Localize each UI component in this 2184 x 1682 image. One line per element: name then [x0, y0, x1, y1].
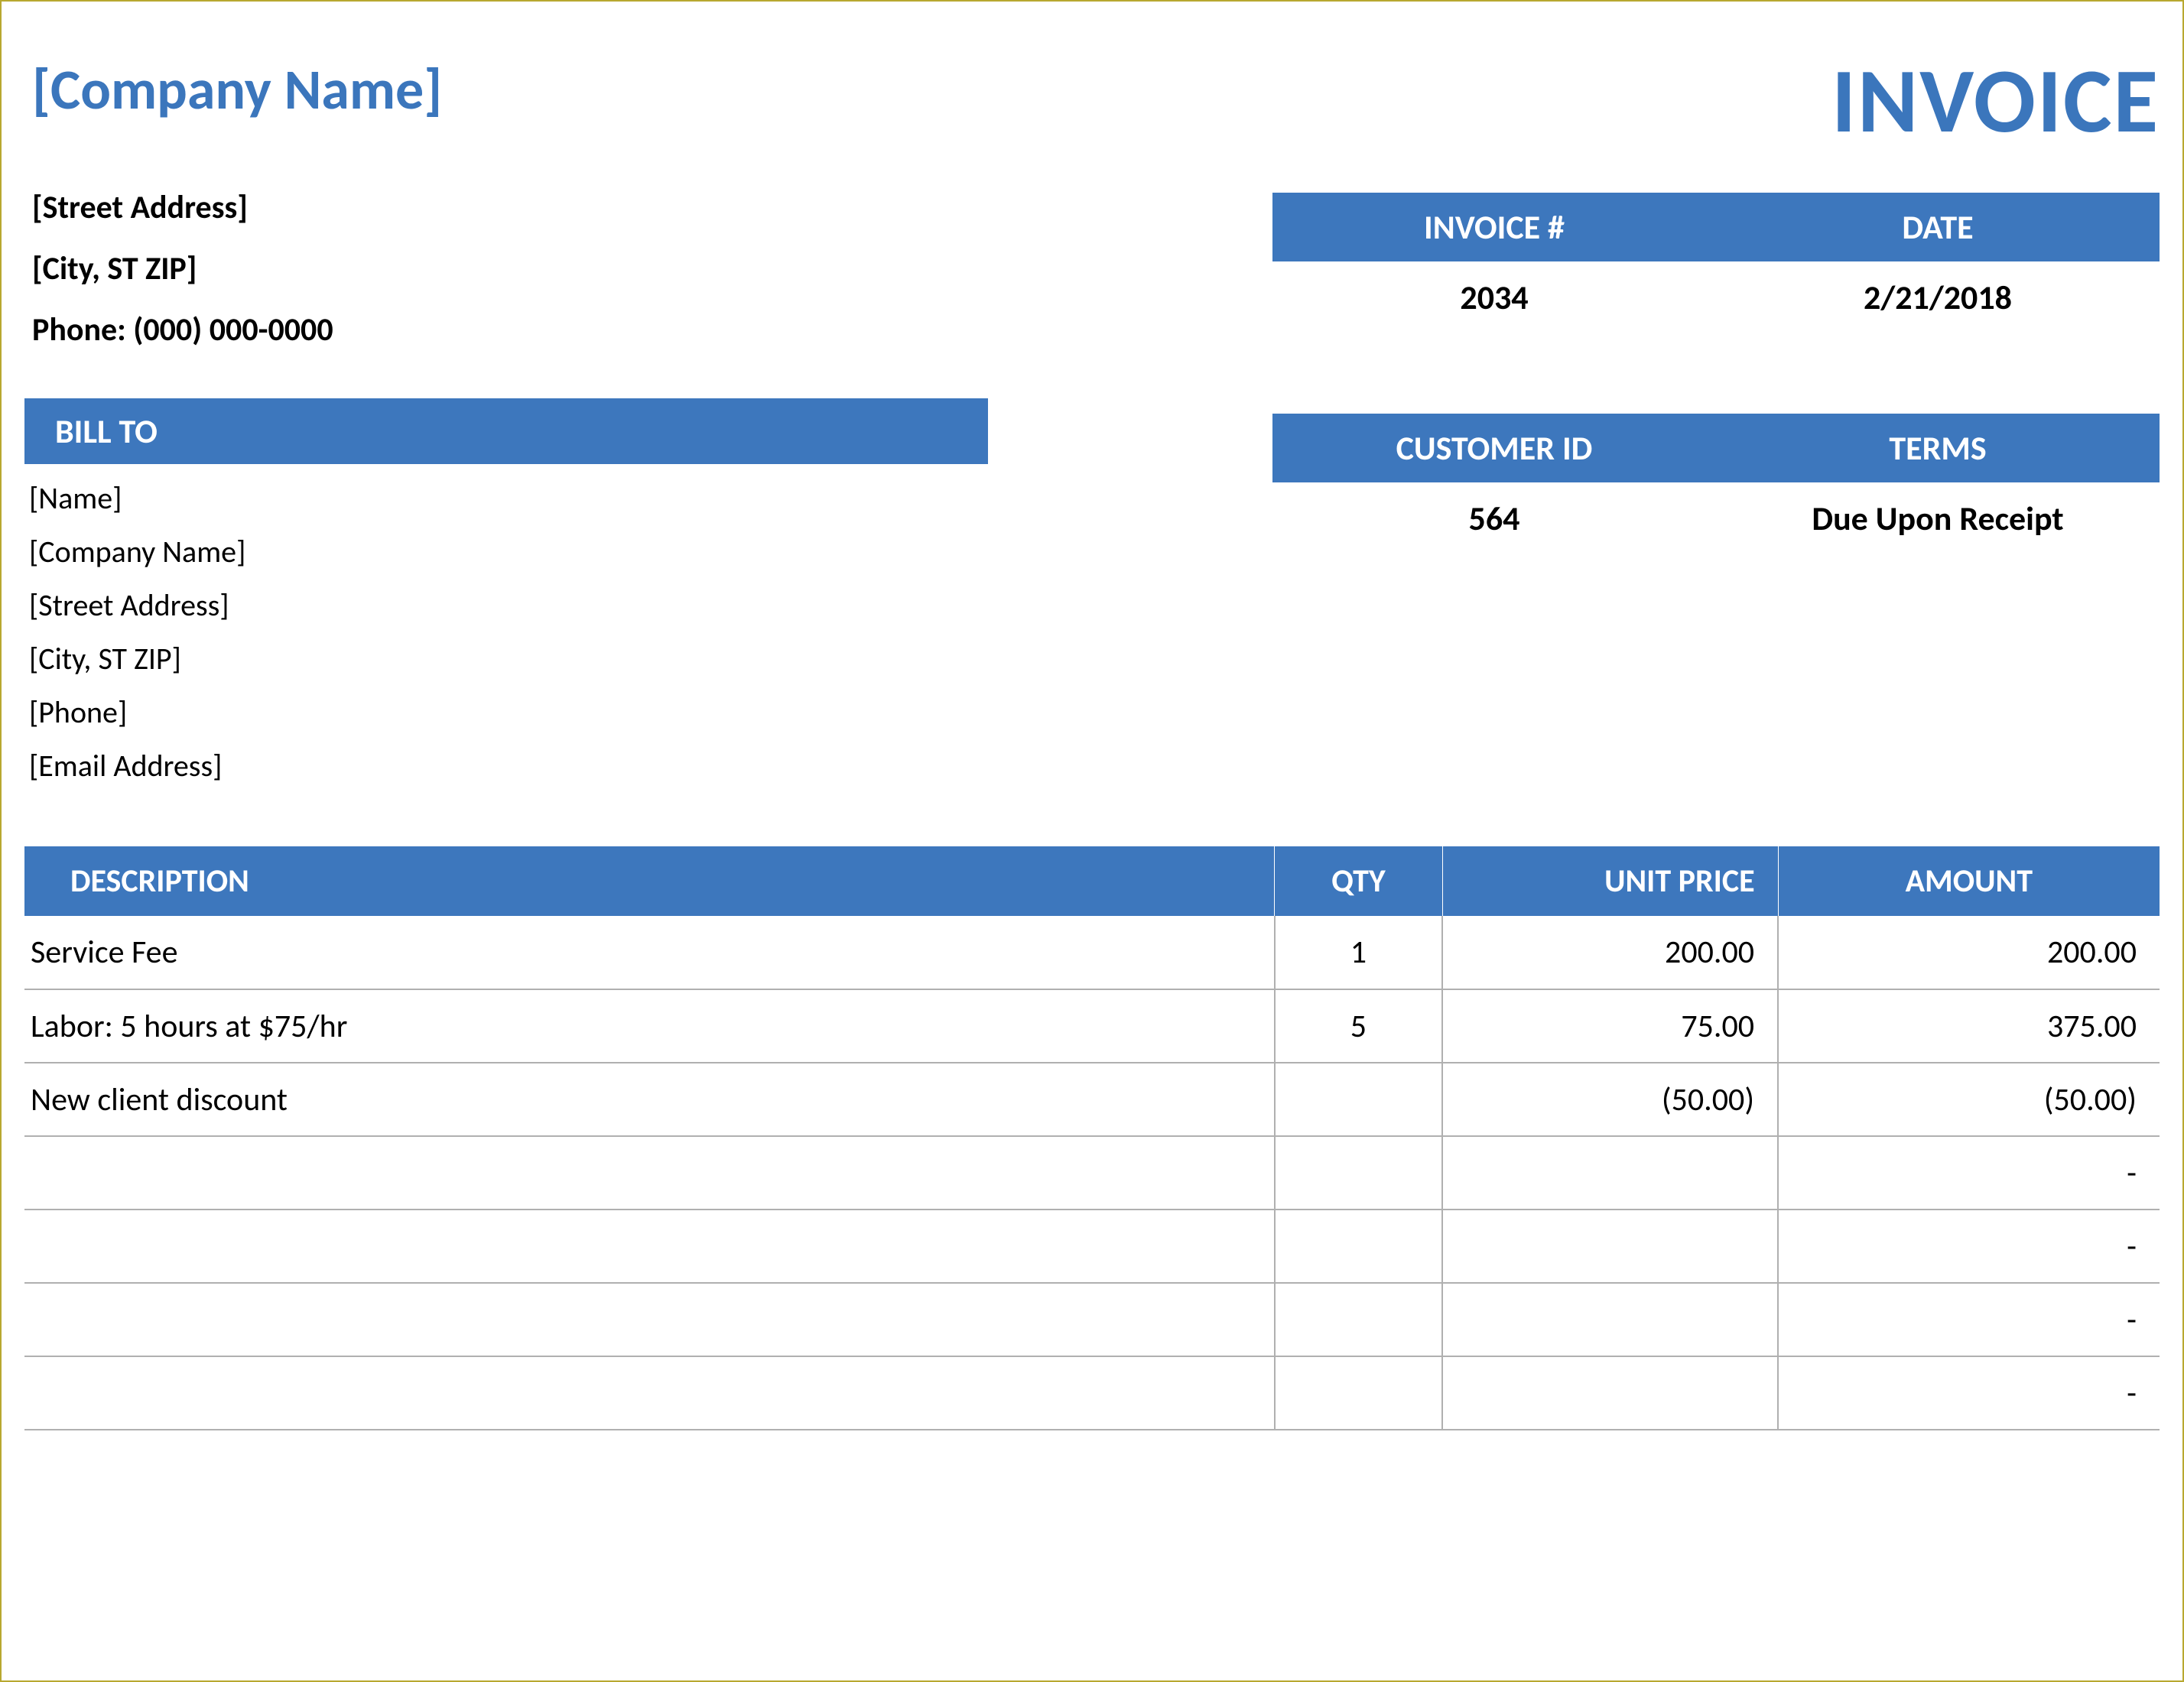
cell-qty — [1275, 1283, 1443, 1356]
cell-amount: - — [1778, 1356, 2160, 1430]
cell-description: Service Fee — [24, 916, 1275, 989]
cell-description — [24, 1356, 1275, 1430]
cell-description — [24, 1210, 1275, 1283]
cell-unit-price: 75.00 — [1442, 989, 1778, 1063]
mid-section: BILL TO [Name] [Company Name] [Street Ad… — [24, 398, 2160, 800]
bill-to-header: BILL TO — [24, 398, 988, 464]
company-name: [Company Name] — [24, 55, 442, 124]
cell-amount: 375.00 — [1778, 989, 2160, 1063]
bill-to-phone: [Phone] — [29, 686, 983, 739]
cell-amount: (50.00) — [1778, 1063, 2160, 1136]
invoice-meta-grid-1: INVOICE # DATE 2034 2/21/2018 — [1272, 193, 2160, 333]
col-unit-price: UNIT PRICE — [1442, 846, 1778, 916]
bill-to-street: [Street Address] — [29, 579, 983, 632]
bill-to-email: [Email Address] — [29, 739, 983, 793]
cell-unit-price — [1442, 1136, 1778, 1210]
cell-unit-price — [1442, 1210, 1778, 1283]
company-street: [Street Address] — [32, 177, 333, 239]
cell-description — [24, 1136, 1275, 1210]
cell-qty: 5 — [1275, 989, 1443, 1063]
terms-label: TERMS — [1716, 414, 2160, 482]
table-row: Service Fee 1 200.00 200.00 — [24, 916, 2160, 989]
customer-id-label: CUSTOMER ID — [1272, 414, 1716, 482]
company-phone: Phone: (000) 000-0000 — [32, 300, 333, 361]
cell-amount: - — [1778, 1136, 2160, 1210]
cell-description: Labor: 5 hours at $75/hr — [24, 989, 1275, 1063]
invoice-number-label: INVOICE # — [1272, 193, 1716, 261]
line-items-table: DESCRIPTION QTY UNIT PRICE AMOUNT Servic… — [24, 846, 2160, 1430]
bill-to-block: BILL TO [Name] [Company Name] [Street Ad… — [24, 398, 988, 800]
date-label: DATE — [1716, 193, 2160, 261]
cell-description — [24, 1283, 1275, 1356]
line-items-section: DESCRIPTION QTY UNIT PRICE AMOUNT Servic… — [24, 846, 2160, 1430]
cell-qty — [1275, 1063, 1443, 1136]
top-section: [Street Address] [City, ST ZIP] Phone: (… — [24, 177, 2160, 360]
bill-to-body: [Name] [Company Name] [Street Address] [… — [24, 464, 988, 800]
bill-to-name: [Name] — [29, 472, 983, 525]
col-description: DESCRIPTION — [24, 846, 1275, 916]
table-row: - — [24, 1210, 2160, 1283]
company-address-block: [Street Address] [City, ST ZIP] Phone: (… — [24, 177, 333, 360]
cell-qty — [1275, 1356, 1443, 1430]
cell-qty — [1275, 1210, 1443, 1283]
cell-amount: 200.00 — [1778, 916, 2160, 989]
bill-to-company: [Company Name] — [29, 525, 983, 579]
header-row: [Company Name] INVOICE — [24, 55, 2160, 147]
bill-to-city-zip: [City, ST ZIP] — [29, 632, 983, 686]
invoice-title: INVOICE — [1831, 55, 2160, 147]
cell-amount: - — [1778, 1210, 2160, 1283]
table-row: - — [24, 1283, 2160, 1356]
table-row: - — [24, 1356, 2160, 1430]
invoice-document: [Company Name] INVOICE [Street Address] … — [2, 2, 2182, 1453]
cell-description: New client discount — [24, 1063, 1275, 1136]
col-qty: QTY — [1275, 846, 1443, 916]
customer-id-value: 564 — [1272, 482, 1716, 554]
invoice-meta-grid-2: CUSTOMER ID TERMS 564 Due Upon Receipt — [1272, 414, 2160, 554]
table-row: Labor: 5 hours at $75/hr 5 75.00 375.00 — [24, 989, 2160, 1063]
cell-qty — [1275, 1136, 1443, 1210]
table-header-row: DESCRIPTION QTY UNIT PRICE AMOUNT — [24, 846, 2160, 916]
invoice-number-value: 2034 — [1272, 261, 1716, 333]
terms-value: Due Upon Receipt — [1716, 482, 2160, 554]
table-row: New client discount (50.00) (50.00) — [24, 1063, 2160, 1136]
cell-unit-price: 200.00 — [1442, 916, 1778, 989]
company-city-zip: [City, ST ZIP] — [32, 239, 333, 300]
cell-unit-price: (50.00) — [1442, 1063, 1778, 1136]
cell-unit-price — [1442, 1283, 1778, 1356]
table-row: - — [24, 1136, 2160, 1210]
date-value: 2/21/2018 — [1716, 261, 2160, 333]
cell-unit-price — [1442, 1356, 1778, 1430]
cell-amount: - — [1778, 1283, 2160, 1356]
cell-qty: 1 — [1275, 916, 1443, 989]
col-amount: AMOUNT — [1778, 846, 2160, 916]
